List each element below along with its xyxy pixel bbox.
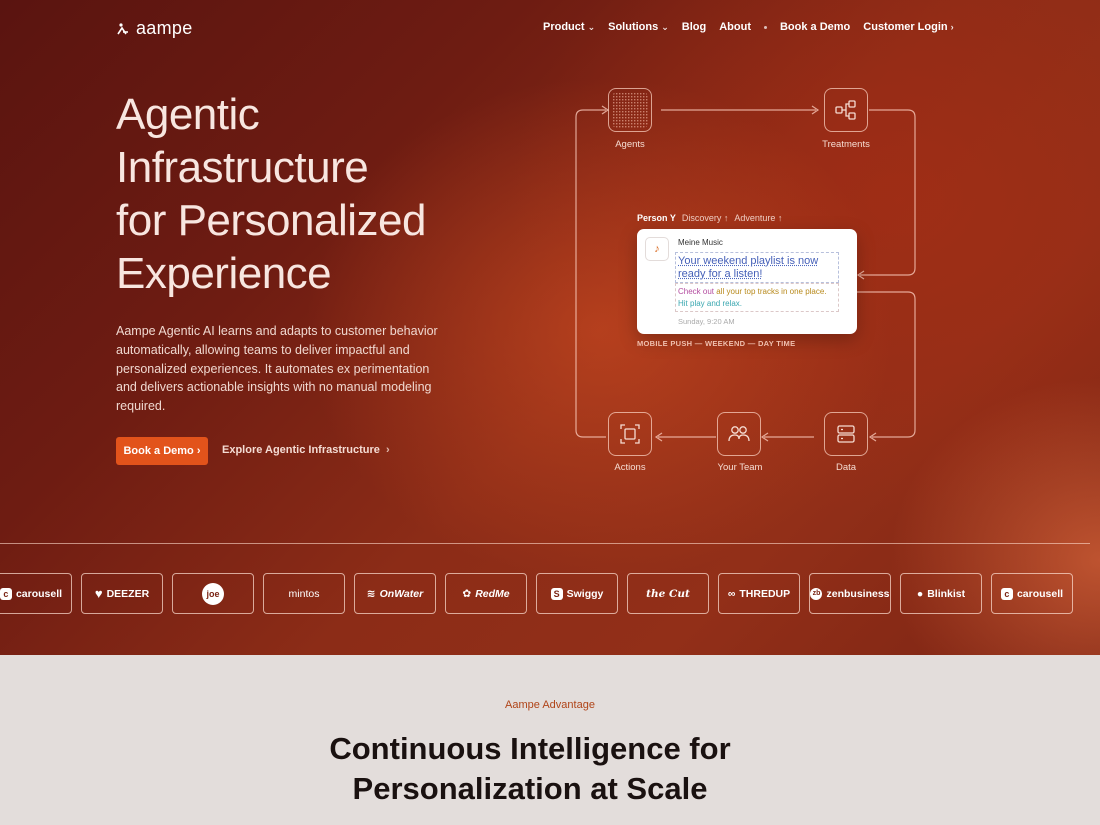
treatments-node	[824, 88, 868, 132]
hero-subtext: Aampe Agentic AI learns and adapts to cu…	[116, 324, 438, 414]
partner-logo-zenbusiness: zb zenbusiness	[809, 573, 891, 614]
section-divider	[0, 543, 1090, 544]
nav-about[interactable]: About	[719, 21, 751, 33]
team-label: Your Team	[717, 462, 763, 473]
partner-logo-thredup: ∞ THREDUP	[718, 573, 800, 614]
notification-body: Check out all your top tracks in one pla…	[675, 283, 839, 312]
brand-name: aampe	[136, 18, 193, 38]
partner-logo-deezer: ♥ DEEZER	[81, 573, 163, 614]
nav-book-demo-label: Book a Demo	[779, 21, 851, 33]
partner-logo-mintos: mintos	[263, 573, 345, 614]
flow-tree-icon	[835, 100, 856, 120]
book-demo-button[interactable]: Book a Demo ›	[116, 437, 208, 465]
person-tags: Person Y Discovery ↑ Adventure ↑	[637, 213, 782, 223]
partner-logo-swiggy: S Swiggy	[536, 573, 618, 614]
advantage-eyebrow: Aampe Advantage	[505, 699, 595, 711]
nav-customer-login-label: Customer Login	[863, 21, 948, 33]
tag-discovery: Discovery ↑	[681, 213, 729, 223]
partner-logo-onwater: ≋ OnWater	[354, 573, 436, 614]
advantage-title-line: Continuous Intelligence for	[329, 731, 731, 766]
chevron-right-icon: ›	[193, 445, 201, 457]
nav-solutions[interactable]: Solutions ⌄	[608, 21, 669, 33]
nav-solutions-label: Solutions	[608, 21, 659, 33]
partner-logo-carousell: c carousell	[0, 573, 72, 614]
notification-time: Sunday, 9:20 AM	[678, 317, 735, 326]
carousell-c-icon: c	[0, 587, 12, 600]
team-node	[717, 412, 761, 456]
agents-node	[608, 88, 652, 132]
explore-link-label: Explore Agentic Infrastructure	[222, 444, 380, 456]
partner-logo-thecut: the Cut	[627, 573, 709, 614]
nav-blog[interactable]: Blog	[682, 21, 706, 33]
book-demo-button-label: Book a Demo	[123, 445, 194, 457]
hero-section: aampe Product ⌄ Solutions ⌄ Blog About B…	[0, 0, 1100, 655]
nav-about-label: About	[719, 21, 751, 33]
wave-icon: ≋	[366, 587, 376, 600]
chevron-right-icon: ›	[950, 22, 954, 32]
joe-badge: joe	[202, 582, 224, 605]
frame-icon	[620, 424, 640, 444]
database-icon	[837, 425, 855, 443]
main-nav: Product ⌄ Solutions ⌄ Blog About Book a …	[543, 21, 954, 33]
partner-logo-joe: joe	[172, 573, 254, 614]
treatments-label: Treatments	[822, 139, 870, 150]
swiggy-pin-icon: S	[550, 587, 563, 600]
knot-icon: ∞	[727, 587, 736, 600]
nav-separator-dot	[763, 25, 767, 29]
notification-body-part: Check out	[678, 287, 715, 296]
agentic-loop-diagram: Agents Treatments Person Y Discovery ↑ A…	[560, 80, 930, 480]
aampe-logo-icon	[117, 22, 128, 34]
agents-noise-icon	[612, 92, 648, 128]
partner-logo-carousell: c carousell	[991, 573, 1073, 614]
advantage-section: Aampe Advantage Continuous Intelligence …	[0, 655, 1100, 825]
nav-product[interactable]: Product ⌄	[543, 21, 595, 33]
nav-blog-label: Blog	[681, 21, 707, 33]
data-label: Data	[835, 462, 857, 473]
headline-line: Infrastructure	[116, 143, 369, 192]
notification-body-part: Hit play and relax.	[678, 298, 743, 308]
partner-logo-redme: ✿ RedMe	[445, 573, 527, 614]
agents-label: Agents	[615, 139, 645, 150]
chevron-right-icon: ›	[382, 444, 390, 456]
partner-logo-strip: c carousell ♥ DEEZER joe mintos ≋ OnWater ✿…	[0, 573, 1073, 614]
actions-node	[608, 412, 652, 456]
push-notification-card: ♪ Meine Music Your weekend playlist is n…	[637, 229, 857, 334]
channel-caption: MOBILE PUSH — WEEKEND — DAY TIME	[637, 339, 796, 348]
drop-icon: ●	[916, 587, 924, 600]
advantage-title-line: Personalization at Scale	[352, 771, 708, 806]
people-icon	[728, 426, 750, 442]
brand-logo[interactable]: aampe	[116, 18, 193, 39]
notification-title: Your weekend playlist is now ready for a…	[675, 252, 839, 283]
flower-icon: ✿	[462, 587, 472, 600]
chevron-down-icon: ⌄	[661, 21, 669, 32]
explore-infrastructure-link[interactable]: Explore Agentic Infrastructure ›	[222, 444, 390, 456]
person-name: Person Y	[637, 213, 676, 223]
chevron-down-icon: ⌄	[587, 21, 596, 32]
actions-label: Actions	[614, 462, 646, 473]
carousell-c-icon: c	[1000, 587, 1013, 600]
music-note-icon: ♪	[645, 237, 669, 261]
tag-adventure: Adventure ↑	[734, 213, 783, 223]
nav-book-demo[interactable]: Book a Demo	[780, 21, 850, 33]
advantage-title: Continuous Intelligence for Personalizat…	[250, 729, 810, 809]
headline-line: for Personalized	[116, 196, 426, 245]
nav-product-label: Product	[543, 21, 585, 33]
hero-headline: Agentic Infrastructure for Personalized …	[116, 88, 476, 300]
heart-icon: ♥	[94, 586, 103, 601]
headline-line: Experience	[116, 249, 332, 298]
zb-icon: zb	[810, 587, 823, 600]
partner-logo-blinkist: ● Blinkist	[900, 573, 982, 614]
headline-line: Agentic	[116, 90, 260, 139]
notification-body-part: all your top tracks in one place.	[716, 287, 827, 296]
notification-app-name: Meine Music	[678, 238, 723, 247]
data-node	[824, 412, 868, 456]
nav-customer-login[interactable]: Customer Login ›	[863, 21, 953, 33]
